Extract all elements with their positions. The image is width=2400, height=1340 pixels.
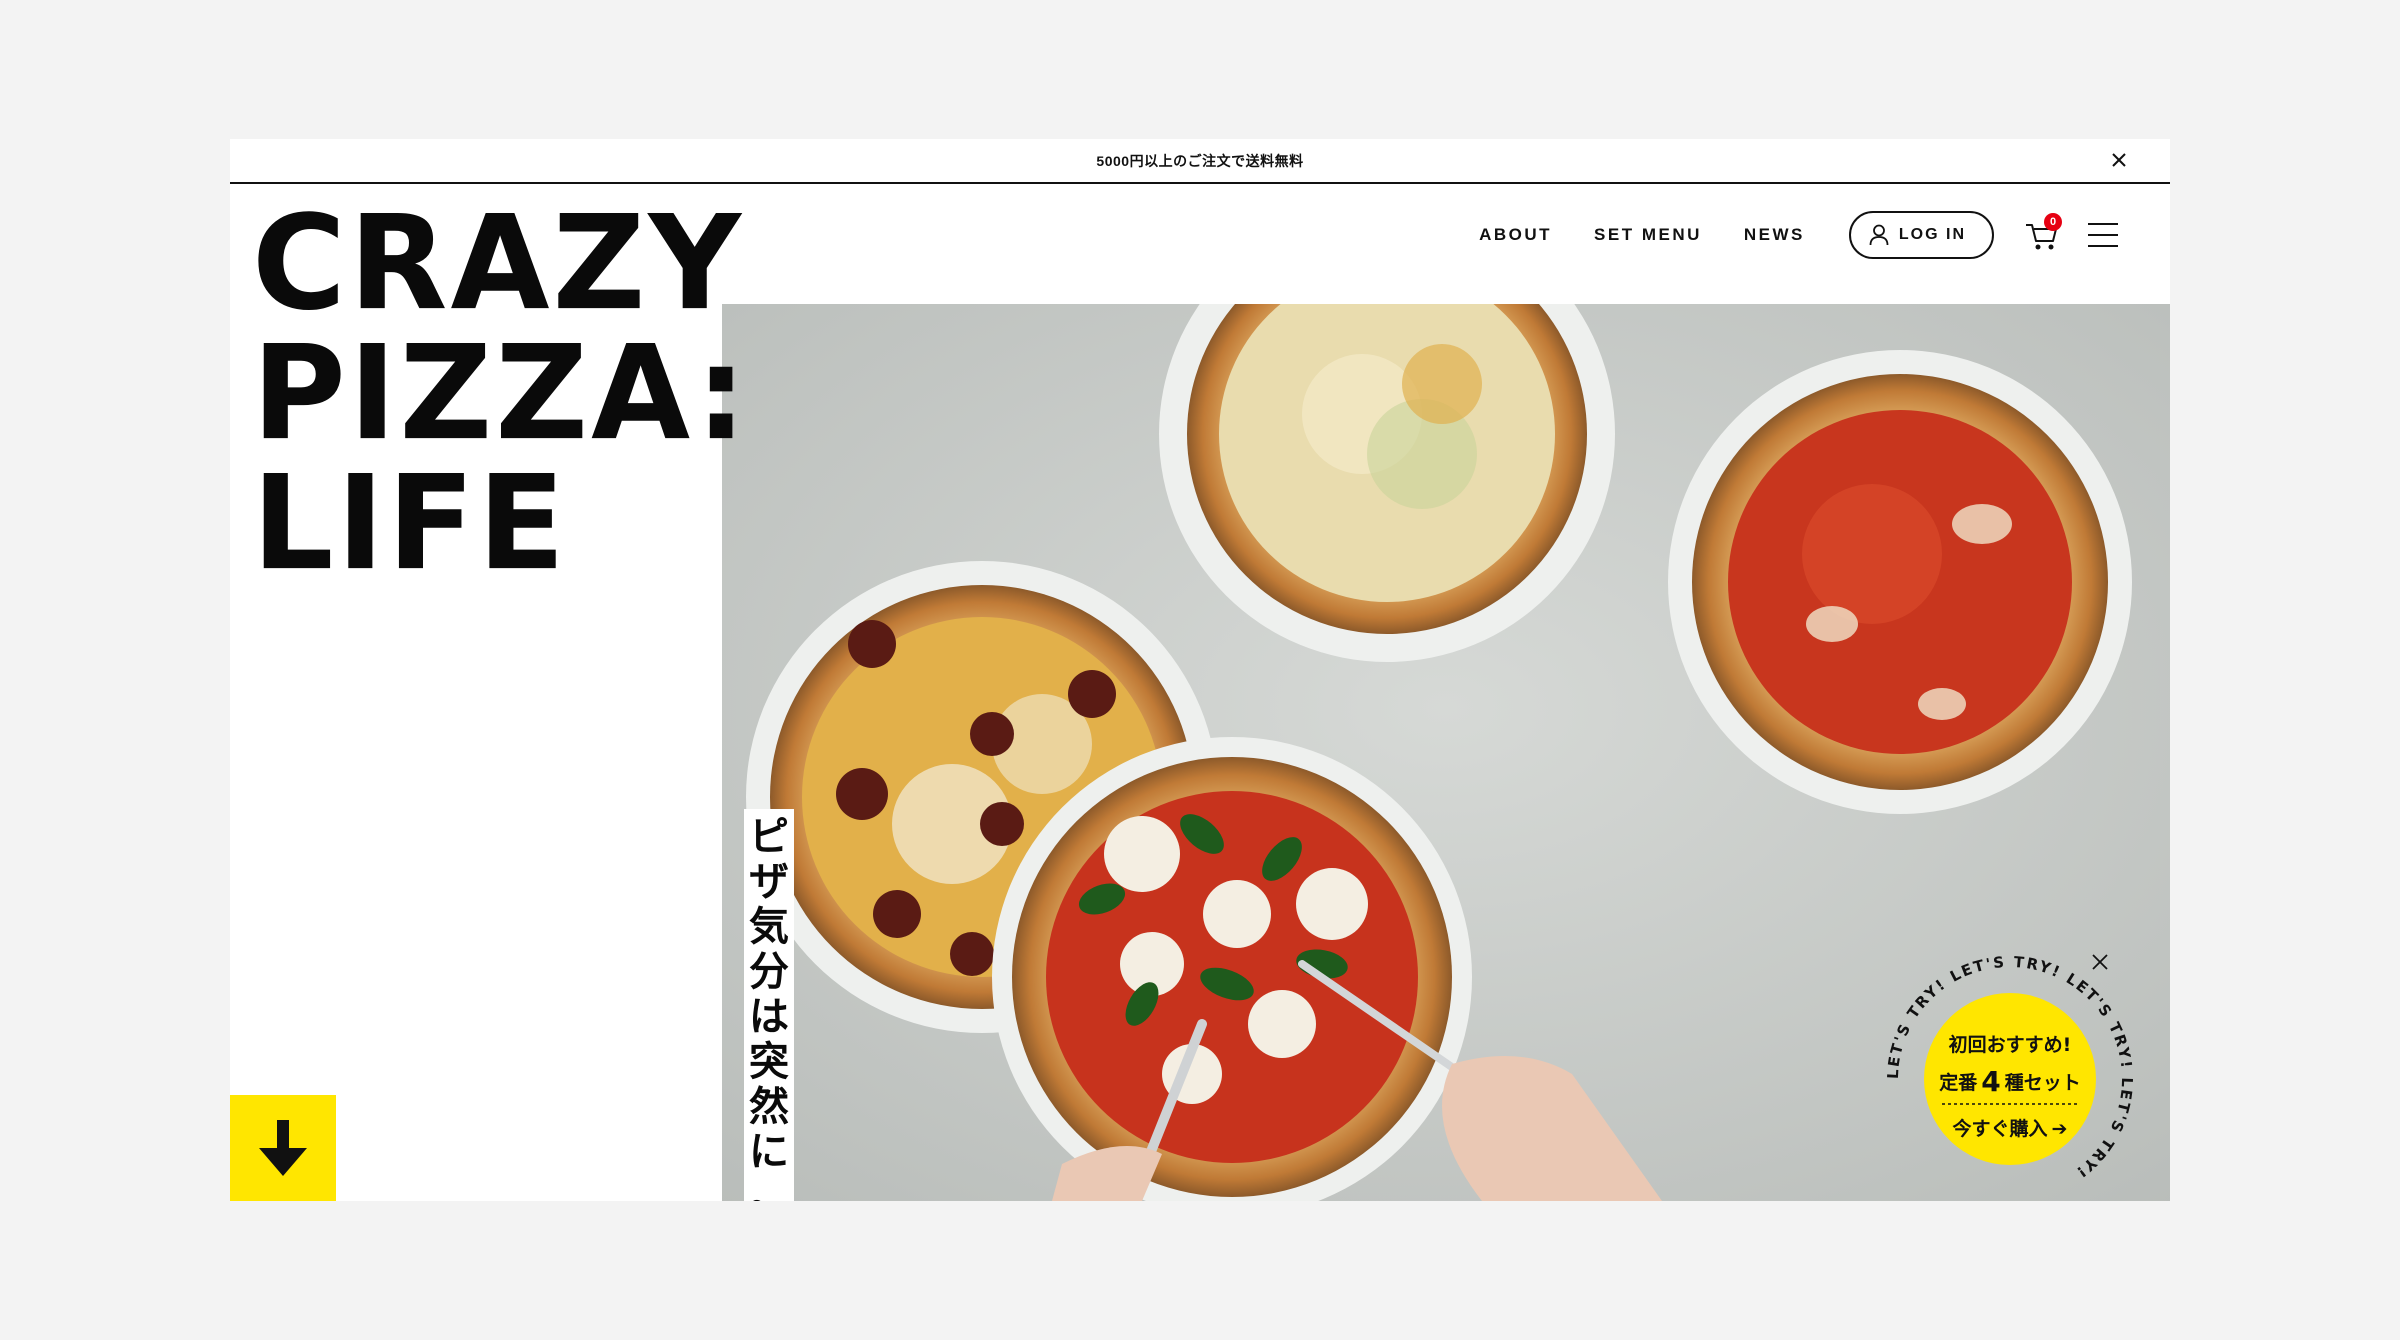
user-icon [1869, 224, 1889, 246]
tagline-char: 然 [749, 1084, 789, 1130]
main-nav: ABOUT SET MENU NEWS LOG IN 0 [1437, 211, 2118, 259]
tagline-char: 気 [749, 904, 789, 950]
arrow-right-icon: ➔ [2052, 1118, 2068, 1140]
nav-news[interactable]: NEWS [1744, 225, 1805, 245]
tagline-char: 。 [749, 1174, 789, 1202]
login-label: LOG IN [1898, 226, 1966, 243]
page-frame: 5000円以上のご注文で送料無料 CRAZY PIZZA: LIFE ABOUT… [230, 139, 2170, 1201]
promo-badge[interactable]: LET'S TRY! LET'S TRY! LET'S TRY! LET'S T… [1880, 949, 2140, 1201]
login-button[interactable]: LOG IN [1848, 211, 1994, 259]
scroll-down-button[interactable] [230, 1095, 336, 1201]
cart-button[interactable]: 0 [2024, 213, 2062, 253]
tagline-char: に [749, 1129, 789, 1175]
hamburger-icon[interactable] [2088, 223, 2118, 247]
nav-set-menu[interactable]: SET MENU [1594, 225, 1702, 245]
hero-tagline: ピ ザ 気 分 は 突 然 に 。 [744, 809, 794, 1201]
close-icon[interactable] [2088, 950, 2112, 974]
promo-line2-pre: 定番 [1939, 1071, 1978, 1094]
announcement-text: 5000円以上のご注文で送料無料 [1096, 152, 1304, 169]
arrow-down-icon [259, 1120, 307, 1176]
site-logo[interactable]: CRAZY PIZZA: LIFE [252, 187, 750, 600]
promo-line2-post: 種セット [2005, 1072, 2081, 1094]
tagline-char: は [749, 994, 789, 1040]
close-icon[interactable] [2108, 149, 2130, 171]
promo-graphic: LET'S TRY! LET'S TRY! LET'S TRY! LET'S T… [1884, 953, 2134, 1182]
announcement-bar: 5000円以上のご注文で送料無料 [230, 139, 2170, 184]
tagline-char: 突 [749, 1039, 789, 1085]
promo-cta-label: 今すぐ購入 [1952, 1117, 2048, 1140]
logo-line-2: PIZZA: [252, 317, 750, 470]
tagline-char: ザ [749, 859, 789, 905]
logo-line-1: CRAZY [252, 187, 745, 340]
cart-count-badge: 0 [2044, 213, 2062, 231]
promo-line1: 初回おすすめ! [1949, 1033, 2072, 1056]
promo-line2-num: 4 [1981, 1065, 2000, 1098]
logo-line-3: LIFE [252, 447, 569, 600]
tagline-char: ピ [749, 814, 789, 860]
nav-about[interactable]: ABOUT [1479, 225, 1552, 245]
tagline-char: 分 [749, 949, 789, 995]
